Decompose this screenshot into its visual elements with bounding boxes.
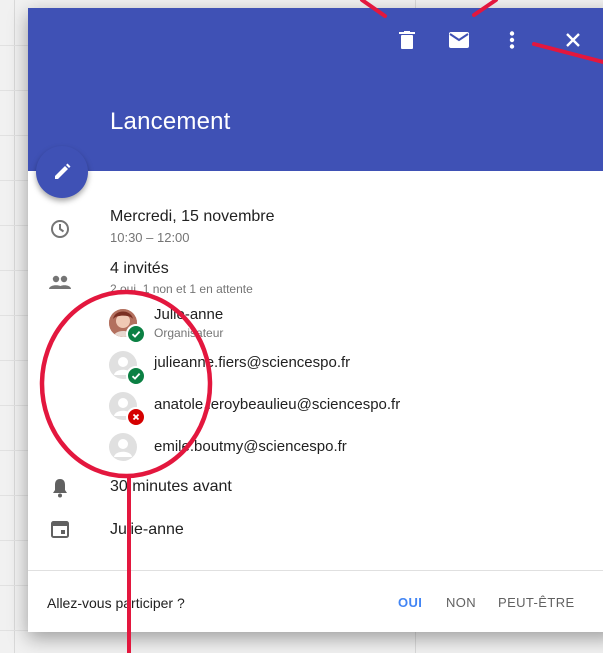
calendar-owner: Julie-anne	[110, 521, 184, 538]
event-title: Lancement	[110, 108, 231, 135]
calendar-icon	[48, 517, 72, 541]
guest-name[interactable]: Julie-anne	[154, 306, 223, 323]
guest-email[interactable]: emile.boutmy@sciencespo.fr	[154, 438, 347, 455]
guests-count: 4 invités	[110, 260, 169, 277]
edit-icon	[52, 162, 72, 182]
close-icon[interactable]	[561, 28, 585, 52]
rsvp-question: Allez-vous participer ?	[47, 595, 185, 611]
declined-badge-icon	[126, 407, 146, 427]
accepted-badge-icon	[126, 324, 146, 344]
bell-icon	[48, 476, 72, 500]
rsvp-maybe-button[interactable]: PEUT-ÊTRE	[498, 595, 575, 610]
delete-icon[interactable]	[395, 28, 419, 52]
email-icon[interactable]	[447, 28, 471, 52]
guest-role: Organisateur	[154, 326, 224, 340]
edit-event-button[interactable]	[36, 146, 88, 198]
avatar	[109, 433, 137, 461]
divider	[28, 570, 603, 571]
event-header: Lancement	[28, 8, 603, 171]
people-icon	[48, 270, 72, 294]
more-vert-icon[interactable]	[500, 28, 524, 52]
guests-summary: 2 oui, 1 non et 1 en attente	[110, 282, 253, 296]
rsvp-no-button[interactable]: NON	[446, 595, 476, 610]
rsvp-yes-button[interactable]: OUI	[398, 595, 422, 610]
reminder-text: 30 minutes avant	[110, 478, 232, 495]
event-date: Mercredi, 15 novembre	[110, 208, 275, 225]
accepted-badge-icon	[126, 366, 146, 386]
event-details-card: Lancement Mercredi, 15 novembre 10:30 – …	[28, 8, 603, 632]
guest-email[interactable]: julieanne.fiers@sciencespo.fr	[154, 354, 350, 371]
guest-email[interactable]: anatole.leroybeaulieu@sciencespo.fr	[154, 396, 400, 413]
clock-icon	[48, 217, 72, 241]
event-time: 10:30 – 12:00	[110, 230, 190, 245]
